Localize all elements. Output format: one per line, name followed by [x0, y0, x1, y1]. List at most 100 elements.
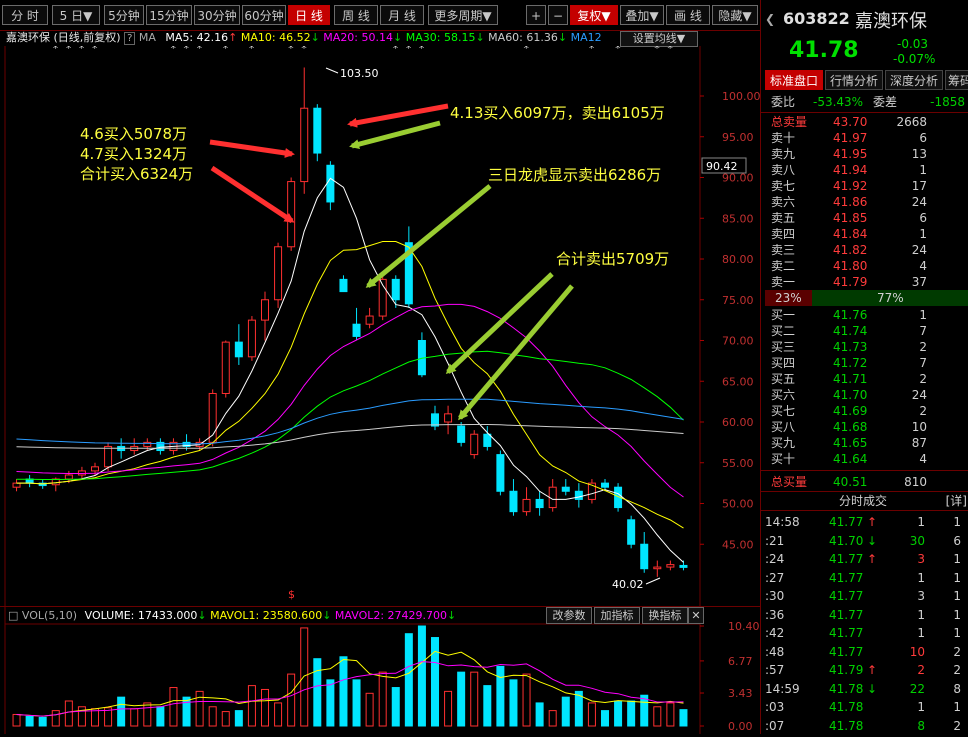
add-indicator-button[interactable]: 加指标 — [594, 607, 640, 624]
zoom-out-button[interactable]: − — [548, 5, 568, 25]
period-60min-button[interactable]: 60分钟 — [242, 5, 286, 25]
bid-row[interactable]: 买一 41.76 1 — [761, 307, 968, 323]
ask-row[interactable]: 卖八 41.94 1 — [761, 162, 968, 178]
ma30-line — [16, 350, 684, 480]
trade-price: 41.78 — [829, 681, 864, 696]
volume-bar — [587, 702, 596, 727]
ma-settings-button[interactable]: 设置均线▼ — [620, 31, 698, 47]
candle-body — [470, 433, 479, 456]
bid-volume: 87 — [911, 436, 927, 450]
hide-button[interactable]: 隐藏▼ — [712, 5, 758, 25]
bid-row[interactable]: 买三 41.73 2 — [761, 339, 968, 355]
period-weekly-button[interactable]: 周 线 — [334, 5, 378, 25]
bid-row[interactable]: 买十 41.64 4 — [761, 451, 968, 467]
kline-chart[interactable]: 100.0095.0090.0085.0080.0075.0070.0065.0… — [0, 42, 761, 734]
candle-body — [247, 319, 256, 358]
bid-level-label: 买七 — [771, 404, 796, 418]
chart-area[interactable]: 100.00 95.00 90.00 85.00 80.00 75.00 70.00 65.0… — [0, 42, 761, 734]
edit-params-button[interactable]: 改参数 — [546, 607, 592, 624]
period-daily-button[interactable]: 日 线 — [288, 5, 330, 25]
period-30min-button[interactable]: 30分钟 — [194, 5, 240, 25]
trade-row[interactable]: :24 41.77 ↑ 3 1 — [761, 551, 968, 567]
mavol1-line — [16, 650, 684, 717]
bid-price: 41.70 — [833, 388, 868, 402]
trade-count: 6 — [953, 533, 961, 548]
ask-row[interactable]: 卖九 41.95 13 — [761, 146, 968, 162]
trade-price: 41.77 — [829, 644, 864, 659]
price-tick-label: 70.00 — [722, 335, 754, 348]
volume-bar — [666, 702, 675, 727]
trade-count: 2 — [953, 663, 961, 677]
tab-market-analysis[interactable]: 行情分析 — [825, 70, 883, 90]
bid-row[interactable]: 买六 41.70 24 — [761, 387, 968, 403]
volume-bar — [195, 690, 204, 727]
overlay-button[interactable]: 叠加▼ — [620, 5, 664, 25]
bid-row[interactable]: 买九 41.65 87 — [761, 435, 968, 451]
bid-row[interactable]: 买五 41.71 2 — [761, 371, 968, 387]
ma20-value: MA20: 50.14 — [323, 31, 394, 44]
ask-row[interactable]: 卖四 41.84 1 — [761, 226, 968, 242]
tab-deep-analysis[interactable]: 深度分析 — [885, 70, 943, 90]
zoom-in-button[interactable]: + — [526, 5, 546, 25]
bid-row[interactable]: 买四 41.72 7 — [761, 355, 968, 371]
candle-body — [300, 107, 309, 183]
volume-tick-label: 0.00 — [728, 720, 753, 733]
trade-row[interactable]: :27 41.77 1 1 — [761, 570, 968, 586]
period-intraday-button[interactable]: 分 时 — [2, 5, 48, 25]
ask-row[interactable]: 卖二 41.80 4 — [761, 258, 968, 274]
price-tick-label: 60.00 — [722, 416, 754, 429]
help-icon[interactable]: ? — [124, 32, 136, 45]
ask-price: 41.94 — [833, 163, 868, 177]
trade-row[interactable]: :36 41.77 1 1 — [761, 607, 968, 623]
hide-label: 隐藏 — [718, 9, 743, 23]
ask-row[interactable]: 卖三 41.82 24 — [761, 242, 968, 258]
switch-indicator-button[interactable]: 换指标 — [642, 607, 688, 624]
period-5min-button[interactable]: 5分钟 — [104, 5, 144, 25]
draw-button[interactable]: 画 线 — [666, 5, 710, 25]
bid-level-label: 买一 — [771, 308, 796, 322]
volume-bar — [12, 713, 21, 727]
trade-time: 14:58 — [765, 515, 800, 529]
total-sell-price: 43.70 — [833, 115, 868, 129]
ask-volume: 6 — [919, 211, 927, 225]
ask-row[interactable]: 卖五 41.85 6 — [761, 210, 968, 226]
volume-bar — [470, 671, 479, 727]
volume-expand-icon[interactable]: □ — [8, 609, 18, 622]
dropdown-icon: ▼ — [742, 9, 752, 23]
stock-name-label: 嘉澳环保 — [6, 31, 50, 44]
tab-standard-book[interactable]: 标准盘口 — [765, 70, 823, 90]
trade-row[interactable]: 14:59 41.78 ↓ 22 8 — [761, 681, 968, 697]
ask-volume: 1 — [919, 227, 927, 241]
volume-bar — [417, 625, 426, 727]
trades-detail-link[interactable]: [详] — [946, 493, 967, 509]
ask-row[interactable]: 卖七 41.92 17 — [761, 178, 968, 194]
trade-row[interactable]: :48 41.77 10 2 — [761, 644, 968, 660]
ask-row[interactable]: 卖一 41.79 37 — [761, 274, 968, 290]
ma60-value: MA60: 61.36 — [488, 31, 558, 44]
trade-row[interactable]: :07 41.78 8 2 — [761, 718, 968, 734]
trade-row[interactable]: :03 41.78 1 1 — [761, 699, 968, 715]
ask-row[interactable]: 卖六 41.86 24 — [761, 194, 968, 210]
candle-body — [444, 413, 453, 423]
panel-back-icon[interactable]: ❮ — [765, 12, 775, 26]
adjust-button[interactable]: 复权▼ — [570, 5, 618, 25]
close-icon[interactable]: ✕ — [688, 607, 704, 624]
trade-row[interactable]: :42 41.77 1 1 — [761, 625, 968, 641]
period-monthly-button[interactable]: 月 线 — [380, 5, 424, 25]
period-15min-button[interactable]: 15分钟 — [146, 5, 192, 25]
trade-row[interactable]: :30 41.77 3 1 — [761, 588, 968, 604]
trade-row[interactable]: :21 41.70 ↓ 30 6 — [761, 533, 968, 549]
bid-row[interactable]: 买七 41.69 2 — [761, 403, 968, 419]
bid-row[interactable]: 买二 41.74 7 — [761, 323, 968, 339]
period-5day-button[interactable]: 5 日▼ — [52, 5, 100, 25]
price-tick-label: 75.00 — [722, 294, 754, 307]
trade-row[interactable]: 14:58 41.77 ↑ 1 1 — [761, 514, 968, 530]
more-periods-button[interactable]: 更多周期▼ — [428, 5, 498, 25]
trade-row[interactable]: :57 41.79 ↑ 2 2 — [761, 662, 968, 678]
bid-row[interactable]: 买八 41.68 10 — [761, 419, 968, 435]
ask-row[interactable]: 卖十 41.97 6 — [761, 130, 968, 146]
bid-level-label: 买四 — [771, 356, 796, 370]
tab-chips[interactable]: 筹码 — [945, 70, 968, 90]
high-price-label: 103.50 — [340, 67, 379, 80]
arrow-up-icon: ↑ — [867, 663, 878, 677]
